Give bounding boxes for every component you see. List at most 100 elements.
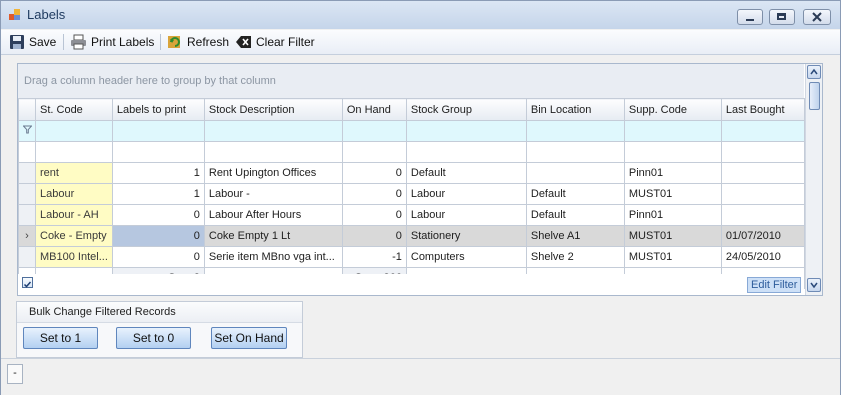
column-header[interactable]: Bin Location [525, 98, 625, 121]
stock-description-cell[interactable]: Labour After Hours [203, 204, 343, 226]
filter-cell[interactable] [203, 120, 343, 142]
floppy-disk-icon [10, 35, 24, 49]
stock-description-cell[interactable]: Labour - [203, 183, 343, 205]
table-row[interactable]: rent 1 Rent Upington Offices 0 Default P… [18, 162, 805, 184]
filter-cell[interactable] [525, 120, 625, 142]
chevron-up-icon [810, 68, 818, 75]
column-header[interactable]: Stock Group [405, 98, 527, 121]
stock-code-cell[interactable]: Labour - AH [35, 204, 113, 226]
collapse-button[interactable]: - [7, 364, 23, 384]
last-bought-cell[interactable]: 01/07/2010 [720, 225, 805, 247]
on-hand-cell[interactable]: 0 [341, 162, 407, 184]
on-hand-cell[interactable]: -1 [341, 246, 407, 268]
labels-to-print-cell[interactable]: 0 [111, 246, 205, 268]
stock-code-cell[interactable]: Labour [35, 183, 113, 205]
row-indicator[interactable] [18, 162, 36, 184]
stock-description-cell[interactable]: Coke Empty 1 Lt [203, 225, 343, 247]
filter-cell[interactable] [341, 120, 407, 142]
group-by-panel[interactable]: Drag a column header here to group by th… [18, 64, 804, 98]
filter-row [18, 120, 805, 142]
maximize-icon [777, 13, 786, 20]
scroll-up-button[interactable] [807, 65, 821, 79]
stock-description-cell[interactable]: Serie item MBno vga int... [203, 246, 343, 268]
supp-code-cell[interactable]: Pinn01 [623, 204, 722, 226]
refresh-button[interactable]: Refresh [167, 33, 229, 51]
last-bought-cell[interactable] [720, 162, 805, 184]
set-to-0-button[interactable]: Set to 0 [116, 327, 191, 349]
bulk-change-panel: Bulk Change Filtered Records Set to 1 Se… [16, 301, 303, 358]
toolbar-separator [160, 34, 161, 50]
vertical-scrollbar[interactable] [805, 64, 822, 295]
filter-cell[interactable] [405, 120, 527, 142]
close-button[interactable] [803, 9, 831, 25]
stock-group-cell[interactable]: Stationery [405, 225, 527, 247]
filter-cell[interactable] [623, 120, 722, 142]
scroll-thumb[interactable] [809, 82, 820, 110]
last-bought-cell[interactable] [720, 204, 805, 226]
row-indicator[interactable] [18, 204, 36, 226]
labels-to-print-cell[interactable]: 1 [111, 162, 205, 184]
save-button[interactable]: Save [9, 33, 56, 51]
stock-code-cell[interactable]: rent [35, 162, 113, 184]
set-to-1-button[interactable]: Set to 1 [23, 327, 98, 349]
bin-location-cell[interactable]: Default [525, 204, 625, 226]
last-bought-cell[interactable]: 24/05/2010 [720, 246, 805, 268]
header-row: St. Code Labels to print Stock Descripti… [18, 98, 805, 121]
table-row[interactable]: MB100 Intel... 0 Serie item MBno vga int… [18, 246, 805, 268]
group-hint: Drag a column header here to group by th… [24, 75, 276, 87]
current-row-arrow-icon[interactable]: › [18, 225, 36, 247]
filter-cell[interactable] [111, 120, 205, 142]
row-indicator[interactable] [18, 183, 36, 205]
on-hand-cell[interactable]: 0 [341, 183, 407, 205]
spacer-row [18, 141, 805, 163]
stock-group-cell[interactable]: Default [405, 162, 527, 184]
supp-code-cell[interactable]: MUST01 [623, 225, 722, 247]
close-icon [812, 12, 822, 22]
supp-code-cell[interactable]: Pinn01 [623, 162, 722, 184]
labels-window: Labels Save Print Labels Refresh Clear F… [0, 0, 841, 395]
edit-filter-button[interactable]: Edit Filter [747, 277, 802, 293]
column-header[interactable]: St. Code [35, 98, 113, 121]
on-hand-cell[interactable]: 0 [341, 204, 407, 226]
column-header[interactable]: On Hand [341, 98, 407, 121]
chevron-down-icon [810, 282, 818, 289]
column-header[interactable]: Labels to print [111, 98, 205, 121]
bin-location-cell[interactable]: Shelve A1 [525, 225, 625, 247]
stock-group-cell[interactable]: Computers [405, 246, 527, 268]
supp-code-cell[interactable]: MUST01 [623, 246, 722, 268]
window-title: Labels [27, 7, 66, 22]
table-row[interactable]: Labour - AH 0 Labour After Hours 0 Labou… [18, 204, 805, 226]
column-header[interactable]: Stock Description [203, 98, 343, 121]
filter-cell[interactable] [720, 120, 805, 142]
minimize-button[interactable] [737, 9, 763, 25]
bin-location-cell[interactable]: Default [525, 183, 625, 205]
title-bar: Labels [1, 1, 840, 29]
row-indicator[interactable] [18, 246, 36, 268]
last-bought-cell[interactable] [720, 183, 805, 205]
filter-cell[interactable] [35, 120, 113, 142]
stock-description-cell[interactable]: Rent Upington Offices [203, 162, 343, 184]
clear-filter-button[interactable]: Clear Filter [235, 33, 315, 51]
set-on-hand-button[interactable]: Set On Hand [211, 327, 287, 349]
column-header[interactable]: Supp. Code [623, 98, 722, 121]
stock-code-cell[interactable]: Coke - Empty [35, 225, 113, 247]
filter-enabled-checkbox[interactable] [22, 277, 33, 288]
stock-group-cell[interactable]: Labour [405, 204, 527, 226]
table-row-selected[interactable]: › Coke - Empty 0 Coke Empty 1 Lt 0 Stati… [18, 225, 805, 247]
maximize-button[interactable] [769, 9, 795, 25]
print-labels-button[interactable]: Print Labels [70, 33, 154, 51]
stock-code-cell[interactable]: MB100 Intel... [35, 246, 113, 268]
filter-icon [18, 120, 36, 142]
labels-to-print-cell[interactable]: 0 [111, 225, 205, 247]
bin-location-cell[interactable]: Shelve 2 [525, 246, 625, 268]
scroll-down-button[interactable] [807, 278, 821, 292]
on-hand-cell[interactable]: 0 [341, 225, 407, 247]
bin-location-cell[interactable] [525, 162, 625, 184]
labels-to-print-cell[interactable]: 0 [111, 204, 205, 226]
table-row[interactable]: Labour 1 Labour - 0 Labour Default MUST0… [18, 183, 805, 205]
column-header[interactable]: Last Bought [720, 98, 805, 121]
toolbar: Save Print Labels Refresh Clear Filter [1, 30, 840, 55]
supp-code-cell[interactable]: MUST01 [623, 183, 722, 205]
stock-group-cell[interactable]: Labour [405, 183, 527, 205]
labels-to-print-cell[interactable]: 1 [111, 183, 205, 205]
